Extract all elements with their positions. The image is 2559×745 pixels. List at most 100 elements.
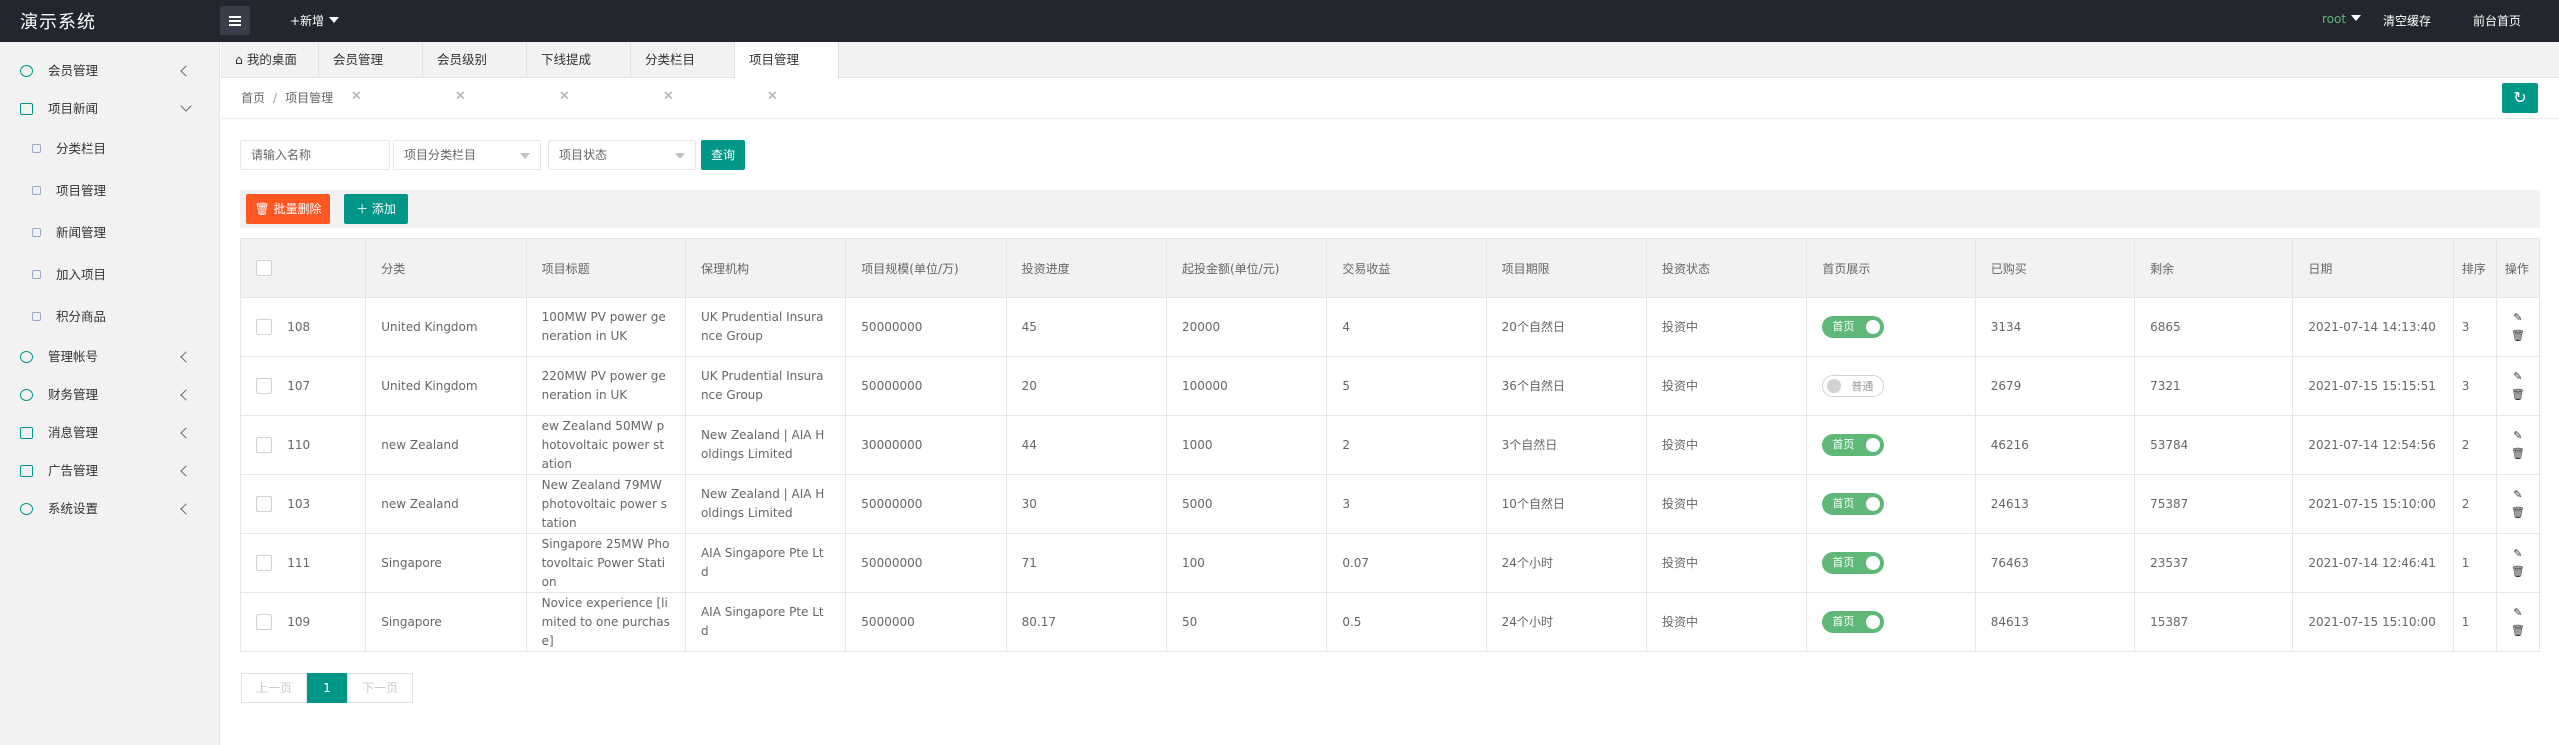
status-select[interactable]: 项目状态 xyxy=(548,140,696,170)
tab-member-levels[interactable]: 会员级别✕ xyxy=(423,42,527,104)
breadcrumb-home[interactable]: 首页 xyxy=(241,91,265,105)
chevron-left-icon xyxy=(180,465,192,477)
cell-title: ew Zealand 50MW photovoltaic power stati… xyxy=(525,415,686,475)
sidebar-item-finance[interactable]: 财务管理 xyxy=(0,376,220,414)
cell-sort: 2 xyxy=(2452,474,2497,534)
add-button[interactable]: ＋ 添加 xyxy=(344,194,408,224)
cell-bought: 3134 xyxy=(1974,297,2136,357)
sidebar-item-admin-accounts[interactable]: 管理帐号 xyxy=(0,338,220,376)
book-icon xyxy=(20,103,33,115)
close-icon[interactable]: ✕ xyxy=(663,89,674,104)
select-all-checkbox[interactable] xyxy=(256,260,272,276)
page-1-button[interactable]: 1 xyxy=(307,673,347,703)
col-header: 排序 xyxy=(2452,238,2497,298)
prev-page-button[interactable]: 上一页 xyxy=(241,673,307,703)
next-page-button[interactable]: 下一页 xyxy=(347,673,413,703)
cell-agency: UK Prudential Insurance Group xyxy=(684,356,847,416)
trash-icon[interactable]: 🗑 xyxy=(2505,386,2531,404)
cell-agency: AIA Singapore Pte Ltd xyxy=(684,592,847,652)
col-header: 投资状态 xyxy=(1646,238,1808,298)
trash-icon[interactable]: 🗑 xyxy=(2505,504,2531,522)
cell-yield: 2 xyxy=(1326,415,1487,475)
new-dropdown[interactable]: +新增 xyxy=(290,12,340,29)
sidebar-item-news[interactable]: 新闻管理 xyxy=(0,212,220,254)
batch-delete-button[interactable]: 🗑 批量删除 xyxy=(246,194,330,224)
row-checkbox[interactable] xyxy=(256,496,272,512)
front-home-link[interactable]: 前台首页 xyxy=(2473,12,2521,29)
edit-icon[interactable]: ✎ xyxy=(2505,604,2531,622)
trash-icon: 🗑 xyxy=(254,202,274,216)
close-icon[interactable]: ✕ xyxy=(351,89,362,104)
row-checkbox[interactable] xyxy=(256,319,272,335)
coin-icon xyxy=(20,389,33,401)
sidebar-item-project-news[interactable]: 项目新闻 xyxy=(0,90,220,128)
row-checkbox[interactable] xyxy=(256,555,272,571)
trash-icon[interactable]: 🗑 xyxy=(2505,622,2531,640)
app-logo[interactable]: 演示系统 xyxy=(20,8,96,34)
name-search-input[interactable]: 请输入名称 xyxy=(240,140,390,170)
tab-projects[interactable]: 项目管理✕ xyxy=(735,42,839,104)
edit-icon[interactable]: ✎ xyxy=(2505,545,2531,563)
home-show-toggle[interactable]: 首页 xyxy=(1822,493,1885,515)
trash-icon[interactable]: 🗑 xyxy=(2505,563,2531,581)
home-show-toggle[interactable]: 首页 xyxy=(1822,552,1885,574)
trash-icon[interactable]: 🗑 xyxy=(2505,445,2531,463)
users-icon xyxy=(20,351,33,363)
user-menu[interactable]: root xyxy=(2322,12,2362,26)
sidebar-item-ads[interactable]: 广告管理 xyxy=(0,452,220,490)
edit-icon[interactable]: ✎ xyxy=(2505,368,2531,386)
cell-actions: ✎ 🗑 xyxy=(2495,415,2541,475)
cell-term: 24个小时 xyxy=(1485,533,1648,593)
sidebar-item-projects[interactable]: 项目管理 xyxy=(0,170,220,212)
home-show-toggle[interactable]: 首页 xyxy=(1822,316,1885,338)
row-checkbox[interactable] xyxy=(256,378,272,394)
tab-members[interactable]: 会员管理✕ xyxy=(319,42,423,104)
cell-category: Singapore xyxy=(365,592,527,652)
close-icon[interactable]: ✕ xyxy=(559,89,570,104)
tab-desktop[interactable]: ⌂ 我的桌面 xyxy=(221,42,319,78)
cell-actions: ✎ 🗑 xyxy=(2495,297,2541,357)
sidebar-item-join-project[interactable]: 加入项目 xyxy=(0,254,220,296)
clear-cache-link[interactable]: 清空缓存 xyxy=(2383,12,2431,29)
cell-status: 投资中 xyxy=(1646,297,1808,357)
sidebar-item-category[interactable]: 分类栏目 xyxy=(0,128,220,170)
cell-title: 220MW PV power generation in UK xyxy=(525,356,686,416)
user-name: root xyxy=(2322,12,2347,26)
refresh-button[interactable]: ↻ xyxy=(2502,83,2538,113)
table-row: 110 new Zealand ew Zealand 50MW photovolta… xyxy=(239,415,2541,475)
edit-icon[interactable]: ✎ xyxy=(2505,427,2531,445)
edit-icon[interactable]: ✎ xyxy=(2505,486,2531,504)
trash-icon[interactable]: 🗑 xyxy=(2505,327,2531,345)
home-show-toggle[interactable]: 首页 xyxy=(1822,611,1885,633)
tab-category[interactable]: 分类栏目✕ xyxy=(631,42,735,104)
cell-home-show: 首页 xyxy=(1806,415,1976,475)
message-icon xyxy=(20,427,33,439)
col-header: 剩余 xyxy=(2134,238,2294,298)
menu-toggle-button[interactable] xyxy=(220,6,250,35)
row-checkbox[interactable] xyxy=(256,437,272,453)
breadcrumb: 首页 / 项目管理 xyxy=(241,91,334,105)
cell-category: new Zealand xyxy=(365,415,527,475)
sidebar-item-messages[interactable]: 消息管理 xyxy=(0,414,220,452)
row-checkbox[interactable] xyxy=(256,614,272,630)
close-icon[interactable]: ✕ xyxy=(455,89,466,104)
home-show-toggle[interactable]: 首页 xyxy=(1822,434,1885,456)
table-row: 108 United Kingdom 100MW PV power generati… xyxy=(239,297,2541,357)
user-icon xyxy=(20,65,33,77)
close-icon[interactable]: ✕ xyxy=(767,89,778,104)
sidebar-item-points-goods[interactable]: 积分商品 xyxy=(0,296,220,338)
top-bar: 演示系统 +新增 root 清空缓存 前台首页 xyxy=(0,0,2559,42)
home-show-toggle[interactable]: 普通 xyxy=(1822,375,1885,397)
tab-commission[interactable]: 下线提成✕ xyxy=(527,42,631,104)
cell-min-invest: 1000 xyxy=(1165,415,1328,475)
sidebar-item-members[interactable]: 会员管理 xyxy=(0,52,220,90)
query-button[interactable]: 查询 xyxy=(701,140,745,170)
sidebar-item-settings[interactable]: 系统设置 xyxy=(0,490,220,528)
cell-min-invest: 100 xyxy=(1165,533,1328,593)
cell-progress: 20 xyxy=(1005,356,1167,416)
row-id: 109 xyxy=(287,614,311,629)
row-id: 108 xyxy=(287,319,311,334)
edit-icon[interactable]: ✎ xyxy=(2505,309,2531,327)
category-select[interactable]: 项目分类栏目 xyxy=(393,140,541,170)
table-row: 107 United Kingdom 220MW PV power generati… xyxy=(239,356,2541,416)
